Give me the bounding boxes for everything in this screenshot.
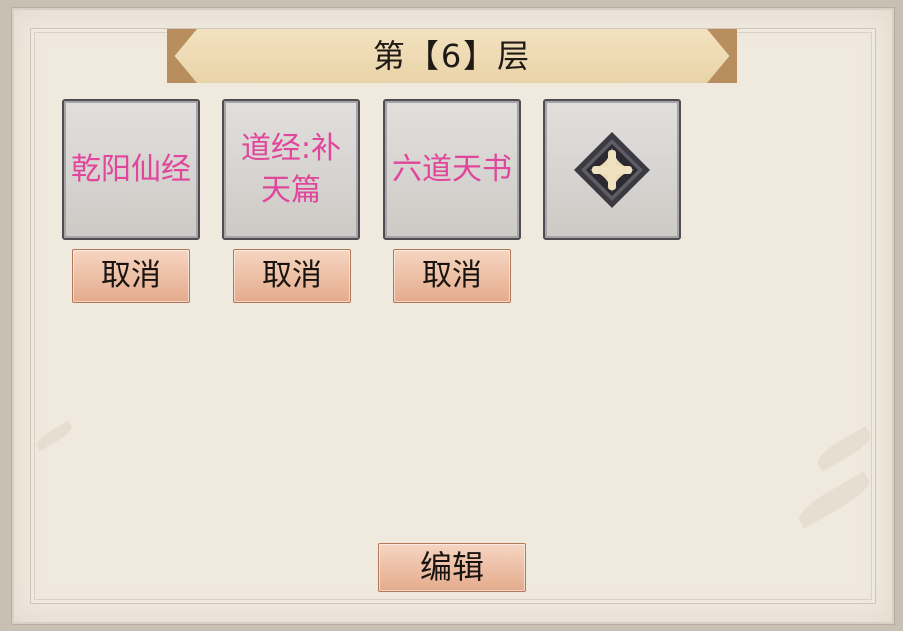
- book-slot-3[interactable]: 六道天书: [383, 99, 521, 240]
- floor-title-banner: 第【6】层: [167, 29, 737, 83]
- floor-title: 第【6】层: [372, 37, 532, 75]
- book-name: 乾阳仙经: [71, 151, 191, 187]
- add-book-slot[interactable]: [543, 99, 681, 240]
- edit-button[interactable]: 编辑: [378, 543, 526, 592]
- book-slot-2[interactable]: 道经:补天篇: [222, 99, 360, 240]
- add-icon: [574, 131, 650, 208]
- cancel-button-3[interactable]: 取消: [393, 249, 511, 303]
- cancel-button-2[interactable]: 取消: [233, 249, 351, 303]
- book-name: 六道天书: [392, 151, 512, 187]
- book-name: 道经:补天篇: [240, 130, 342, 208]
- book-slot-1[interactable]: 乾阳仙经: [62, 99, 200, 240]
- cancel-button-1[interactable]: 取消: [72, 249, 190, 303]
